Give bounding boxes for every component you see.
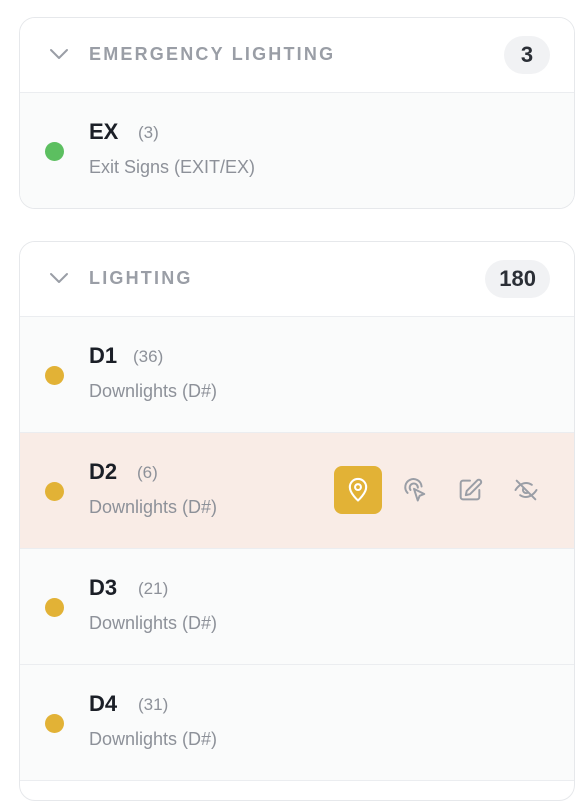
- item-code: D4: [89, 691, 118, 716]
- item-description: Exit Signs (EXIT/EX): [89, 157, 256, 177]
- group-lighting: LIGHTING 180 D1 (36) Downlights (D#) D2 …: [19, 241, 575, 801]
- list-item-d2[interactable]: D2 (6) Downlights (D#): [20, 433, 574, 549]
- group-header-lighting[interactable]: LIGHTING 180: [20, 242, 574, 317]
- hide-button[interactable]: [502, 466, 550, 514]
- item-code: D2: [89, 459, 118, 484]
- item-description: Downlights (D#): [89, 497, 218, 517]
- item-quantity: (21): [138, 579, 169, 598]
- edit-button[interactable]: [446, 466, 494, 514]
- group-emergency-lighting: EMERGENCY LIGHTING 3 EX (3) Exit Signs (…: [19, 17, 575, 209]
- status-dot: [45, 714, 64, 733]
- item-quantity: (3): [138, 123, 159, 142]
- item-code: D3: [89, 575, 118, 600]
- list-item-ex[interactable]: EX (3) Exit Signs (EXIT/EX): [20, 93, 574, 208]
- item-quantity: (6): [137, 463, 158, 482]
- count-badge: 180: [485, 260, 550, 298]
- list-item-d4[interactable]: D4 (31) Downlights (D#): [20, 665, 574, 781]
- chevron-down-icon[interactable]: [49, 47, 69, 61]
- list-item-d3[interactable]: D3 (21) Downlights (D#): [20, 549, 574, 665]
- item-quantity: (36): [133, 347, 164, 366]
- eye-off-icon: [514, 479, 538, 501]
- select-button[interactable]: [390, 466, 438, 514]
- status-dot: [45, 482, 64, 501]
- edit-icon: [459, 478, 483, 501]
- count-badge: 3: [504, 36, 550, 74]
- group-title: EMERGENCY LIGHTING: [89, 44, 336, 64]
- status-dot: [45, 366, 64, 385]
- list-item-d1[interactable]: D1 (36) Downlights (D#): [20, 317, 574, 433]
- item-description: Downlights (D#): [89, 729, 218, 749]
- group-title: LIGHTING: [89, 268, 193, 288]
- item-quantity: (31): [138, 695, 169, 714]
- map-pin-icon: [348, 477, 368, 502]
- group-header-emergency-lighting[interactable]: EMERGENCY LIGHTING 3: [20, 18, 574, 93]
- item-description: Downlights (D#): [89, 613, 218, 633]
- item-code: EX: [89, 119, 119, 144]
- pointer-select-icon: [404, 478, 426, 502]
- status-dot: [45, 142, 64, 161]
- locate-button[interactable]: [334, 466, 382, 514]
- row-actions: [334, 466, 558, 514]
- status-dot: [45, 598, 64, 617]
- item-code: D1: [89, 343, 118, 368]
- item-description: Downlights (D#): [89, 381, 218, 401]
- chevron-down-icon[interactable]: [49, 271, 69, 285]
